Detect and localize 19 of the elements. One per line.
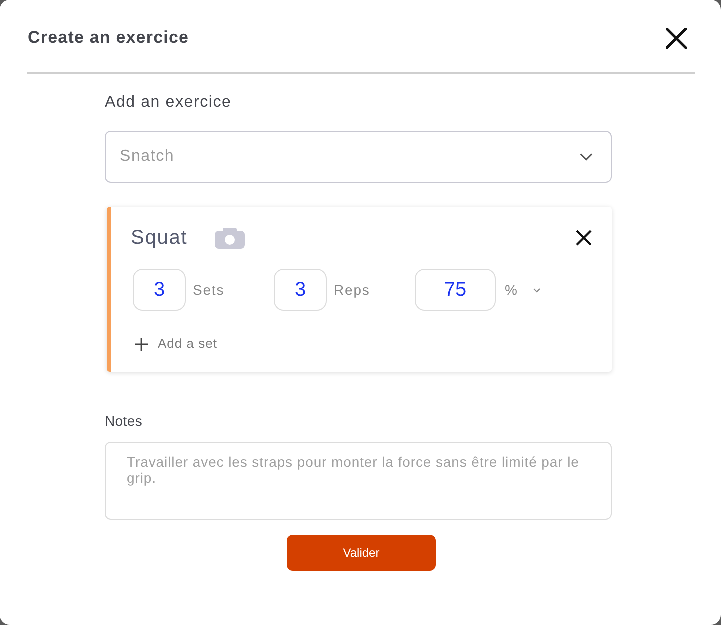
unit-dropdown[interactable]: % bbox=[505, 282, 542, 298]
notes-textarea[interactable]: Travailler avec les straps pour monter la force sans être limité par le grip. bbox=[105, 442, 612, 520]
field-label: Notes bbox=[105, 412, 143, 430]
number-input[interactable]: 75 bbox=[415, 269, 496, 311]
exercise-select[interactable]: Snatch bbox=[105, 131, 612, 183]
unit-label: Reps bbox=[334, 282, 370, 298]
number-input[interactable]: 3 bbox=[274, 269, 327, 311]
chevron-down-icon bbox=[580, 153, 593, 161]
field-label: Add an exercice bbox=[105, 93, 232, 113]
close-icon[interactable] bbox=[666, 28, 687, 48]
unit-label: Sets bbox=[193, 282, 225, 298]
add-set-button[interactable]: Add a set bbox=[135, 336, 218, 352]
plus-icon bbox=[135, 338, 148, 350]
dialog-title: Create an exercice bbox=[28, 28, 190, 48]
chevron-down-icon bbox=[533, 288, 542, 292]
number-input[interactable]: 3 bbox=[133, 269, 186, 311]
exercise-name: Squat bbox=[131, 226, 188, 250]
submit-button[interactable]: Valider bbox=[287, 535, 436, 571]
close-icon[interactable] bbox=[576, 230, 592, 246]
